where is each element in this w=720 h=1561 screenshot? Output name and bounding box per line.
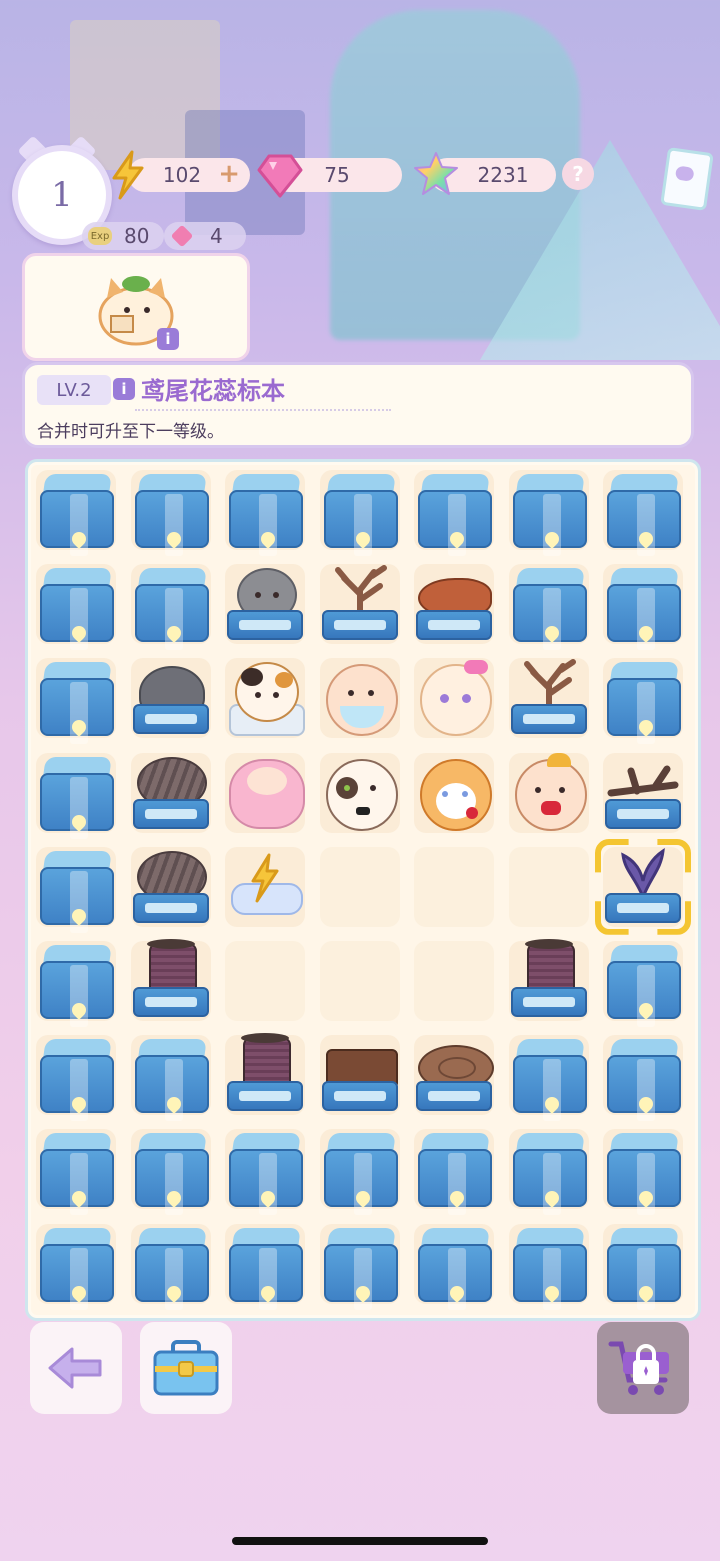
board-item-crate[interactable]	[599, 654, 687, 745]
item-level-tag: LV.2	[37, 375, 111, 405]
board-item-crate[interactable]	[221, 1125, 309, 1216]
board-item-pink-bow-cat[interactable]	[410, 654, 498, 742]
card-album-icon[interactable]	[660, 147, 714, 211]
gem-value: 75	[324, 163, 350, 187]
board-item-hamster-diaper[interactable]	[316, 654, 404, 742]
board-cell-empty[interactable]	[316, 937, 404, 1025]
exp-counter: Exp 80	[82, 222, 164, 250]
board-item-lightning-cloud[interactable]	[221, 843, 309, 931]
board-item-yarn-bundle[interactable]	[127, 843, 215, 931]
board-item-crate[interactable]	[32, 937, 120, 1027]
item-description: 合并时可升至下一等级。	[37, 422, 224, 442]
board-item-crate[interactable]	[32, 560, 120, 651]
board-item-crate[interactable]	[127, 466, 215, 556]
rainbow-star-icon	[414, 152, 458, 195]
board-item-calico-cat[interactable]	[221, 654, 309, 742]
exp-tag: Exp	[88, 227, 112, 245]
board-item-crate[interactable]	[505, 1220, 593, 1310]
board-item-crate[interactable]	[410, 466, 498, 556]
small-gem-icon	[170, 224, 194, 248]
board-item-crate[interactable]	[221, 1220, 309, 1310]
board-item-crate[interactable]	[505, 1125, 593, 1216]
item-description-panel: LV.2 i 鸢尾花蕊标本 合并时可升至下一等级。	[22, 362, 694, 448]
divider	[135, 409, 391, 411]
energy-add-button[interactable]: +	[218, 159, 240, 189]
heart-value: 4	[210, 224, 223, 248]
board-item-crate[interactable]	[221, 466, 309, 556]
board-item-coral[interactable]	[505, 654, 593, 742]
board-cell-empty[interactable]	[221, 937, 309, 1025]
board-item-crate[interactable]	[316, 1220, 404, 1310]
energy-value: 102	[162, 163, 202, 187]
board-item-crate[interactable]	[599, 466, 687, 556]
lightning-icon	[112, 150, 144, 200]
board-item-branch[interactable]	[599, 749, 687, 837]
info-icon[interactable]: i	[157, 328, 179, 350]
merge-board	[25, 459, 701, 1321]
board-item-coral[interactable]	[316, 560, 404, 648]
item-info-icon[interactable]: i	[113, 378, 135, 400]
board-item-crate[interactable]	[127, 1031, 215, 1122]
board-item-crate[interactable]	[32, 1031, 120, 1122]
board-item-siamese-cat[interactable]	[316, 749, 404, 837]
exp-value: 80	[124, 224, 150, 248]
back-arrow-icon	[48, 1347, 102, 1389]
board-item-crate[interactable]	[599, 1031, 687, 1122]
locked-cart-icon	[608, 1341, 669, 1395]
toolbox-icon	[153, 1340, 219, 1396]
board-item-crate[interactable]	[599, 1125, 687, 1216]
board-item-iris-specimen[interactable]	[595, 838, 691, 935]
item-name: 鸢尾花蕊标本	[141, 377, 285, 405]
heart-counter: 4	[164, 222, 246, 250]
board-item-crate[interactable]	[505, 466, 593, 556]
board-item-crate[interactable]	[32, 1125, 120, 1216]
board-item-crate[interactable]	[32, 749, 120, 839]
board-item-wood-log[interactable]	[410, 1031, 498, 1119]
board-item-thread-spool[interactable]	[127, 937, 215, 1025]
board-cell-empty[interactable]	[316, 843, 404, 931]
board-item-crate[interactable]	[599, 937, 687, 1027]
board-cell-empty[interactable]	[410, 843, 498, 931]
toolbox-button[interactable]	[140, 1322, 232, 1414]
board-item-pink-bun[interactable]	[221, 749, 309, 837]
board-item-orange-cat-rose[interactable]	[410, 749, 498, 837]
board-item-fish[interactable]	[410, 560, 498, 648]
board-cell-empty[interactable]	[505, 843, 593, 931]
board-item-crate[interactable]	[32, 466, 120, 556]
board-item-crate[interactable]	[32, 654, 120, 745]
board-item-crate[interactable]	[505, 560, 593, 651]
back-button[interactable]	[30, 1322, 122, 1414]
board-item-crate[interactable]	[32, 1220, 120, 1310]
board-item-stone-doll[interactable]	[221, 560, 309, 648]
board-item-thread-spool[interactable]	[505, 937, 593, 1025]
home-indicator[interactable]	[232, 1537, 488, 1545]
board-item-hamster-hat[interactable]	[505, 749, 593, 837]
board-item-crate[interactable]	[410, 1125, 498, 1216]
board-cell-empty[interactable]	[410, 937, 498, 1025]
pink-gem-icon	[257, 154, 303, 198]
board-item-crate[interactable]	[316, 466, 404, 556]
board-item-crate[interactable]	[127, 1125, 215, 1216]
board-item-crate[interactable]	[505, 1031, 593, 1122]
shop-button[interactable]	[597, 1322, 689, 1414]
board-item-stone[interactable]	[127, 654, 215, 742]
board-item-chocolate[interactable]	[316, 1031, 404, 1119]
player-level: 1	[51, 175, 73, 215]
board-item-yarn-bundle[interactable]	[127, 749, 215, 837]
selected-item-preview[interactable]: i	[22, 253, 250, 361]
board-item-crate[interactable]	[599, 560, 687, 651]
board-item-crate[interactable]	[316, 1125, 404, 1216]
board-item-crate[interactable]	[127, 1220, 215, 1310]
star-value: 2231	[477, 163, 529, 187]
board-item-crate[interactable]	[127, 560, 215, 651]
help-button[interactable]: ?	[562, 158, 594, 190]
board-item-crate[interactable]	[599, 1220, 687, 1310]
board-item-thread-spool[interactable]	[221, 1031, 309, 1119]
board-item-crate[interactable]	[32, 843, 120, 933]
board-item-crate[interactable]	[410, 1220, 498, 1310]
selection-highlight	[595, 838, 691, 935]
